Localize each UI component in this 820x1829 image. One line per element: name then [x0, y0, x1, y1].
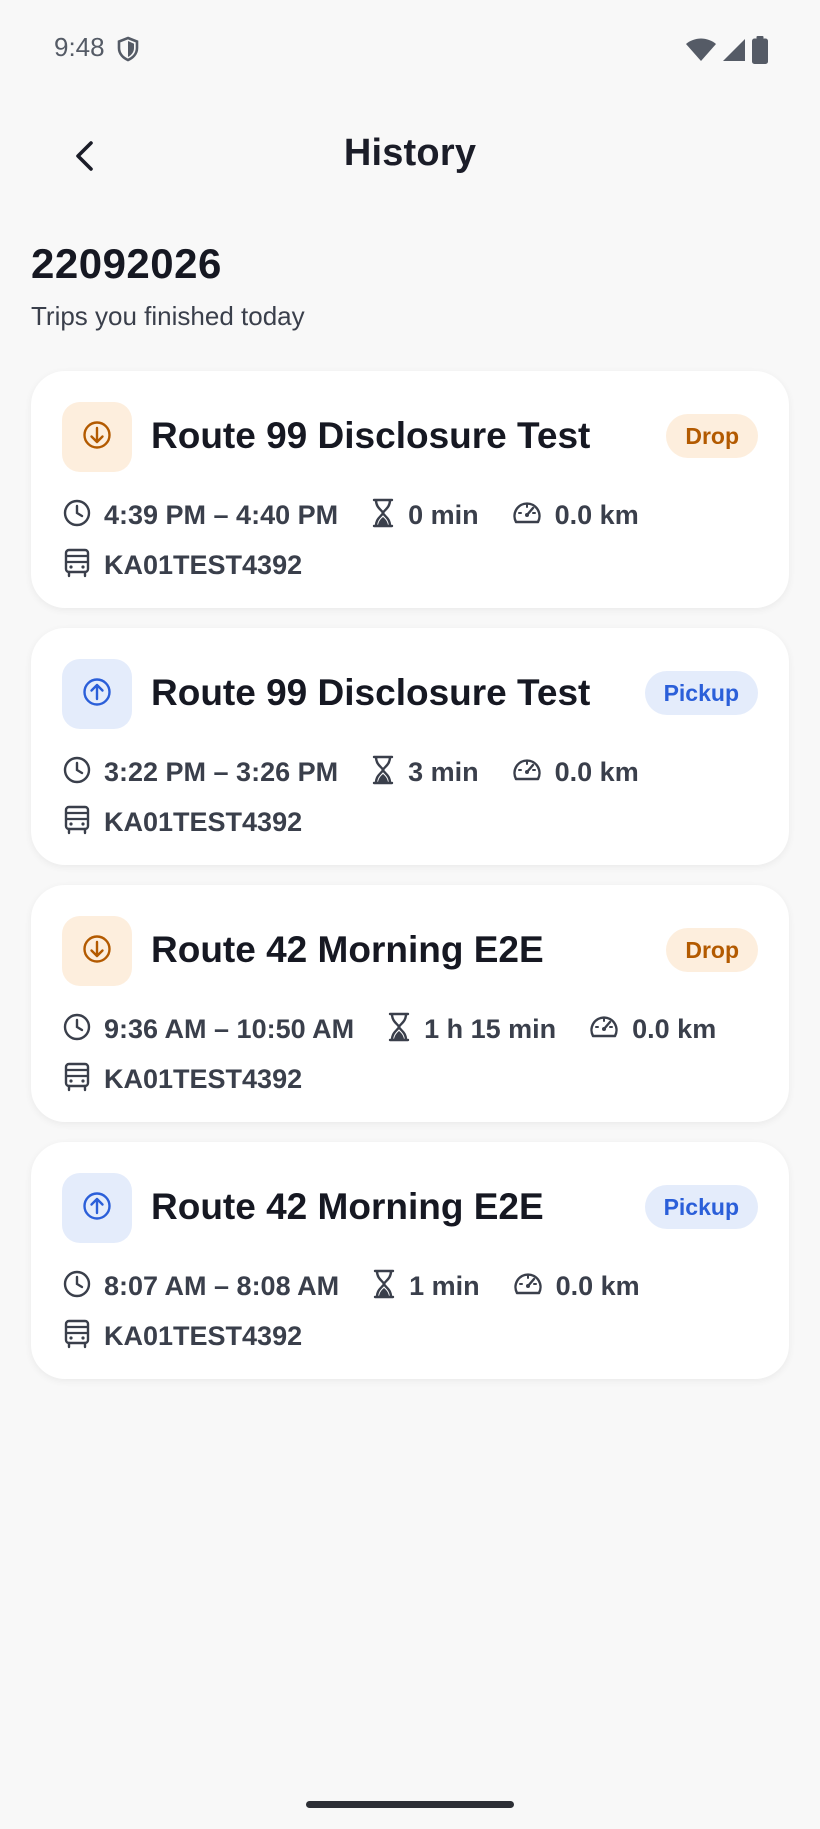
trip-vehicle: KA01TEST4392 — [62, 545, 302, 585]
battery-icon — [752, 36, 768, 69]
trip-distance: 0.0 km — [511, 498, 639, 533]
hourglass-icon — [371, 1269, 409, 1304]
speedometer-icon — [588, 1012, 632, 1047]
trip-distance-value: 0.0 km — [555, 1270, 640, 1301]
trip-type-badge: Drop — [666, 928, 758, 972]
shield-icon — [116, 36, 140, 67]
trip-type-badge: Pickup — [644, 671, 758, 715]
trip-card[interactable]: Route 42 Morning E2E Drop 9:36 AM – 10:5… — [31, 885, 789, 1122]
trip-time-range: 3:22 PM – 3:26 PM — [104, 756, 339, 787]
direction-icon-box — [62, 916, 132, 986]
status-bar: 9:48 — [0, 0, 820, 100]
bus-icon — [62, 805, 104, 840]
trip-time-range: 8:07 AM – 8:08 AM — [104, 1270, 340, 1301]
trip-duration-value: 3 min — [408, 756, 479, 787]
clock-icon — [62, 755, 104, 790]
trip-meta-row: 8:07 AM – 8:08 AM 1 min 0.0 km — [62, 1266, 672, 1306]
trip-time: 3:22 PM – 3:26 PM — [62, 755, 338, 790]
bus-icon — [62, 548, 104, 583]
trip-distance-value: 0.0 km — [554, 756, 639, 787]
status-icons — [686, 36, 768, 69]
clock-icon — [62, 498, 104, 533]
trip-time: 9:36 AM – 10:50 AM — [62, 1012, 354, 1047]
trip-vehicle-number: KA01TEST4392 — [104, 1063, 303, 1094]
wifi-icon — [686, 38, 716, 67]
trip-meta-row: 3:22 PM – 3:26 PM 3 min 0.0 km — [62, 752, 671, 792]
bus-icon — [62, 1319, 104, 1354]
trip-route-name: Route 99 Disclosure Test — [151, 672, 591, 713]
trip-vehicle-number: KA01TEST4392 — [104, 1320, 303, 1351]
direction-icon-box — [62, 402, 132, 472]
trip-duration-value: 1 min — [409, 1270, 480, 1301]
clock-icon — [62, 1012, 104, 1047]
arrow-up-circle-icon — [81, 1190, 113, 1227]
trip-route-name: Route 99 Disclosure Test — [151, 415, 591, 456]
trip-distance-value: 0.0 km — [554, 499, 639, 530]
trip-list: Route 99 Disclosure Test Drop 4:39 PM – … — [31, 371, 789, 1399]
status-time: 9:48 — [54, 32, 105, 62]
hourglass-icon — [386, 1012, 424, 1047]
trip-distance: 0.0 km — [512, 1269, 640, 1304]
trip-duration-value: 0 min — [408, 499, 479, 530]
trip-time-range: 4:39 PM – 4:40 PM — [104, 499, 339, 530]
trip-duration: 1 h 15 min — [386, 1012, 556, 1047]
date-subtitle: Trips you finished today — [31, 301, 305, 331]
arrow-down-circle-icon — [81, 419, 113, 456]
date-heading: 22092026 — [31, 240, 222, 287]
trip-vehicle-number: KA01TEST4392 — [104, 549, 303, 580]
trip-duration-value: 1 h 15 min — [424, 1013, 557, 1044]
speedometer-icon — [511, 755, 555, 790]
trip-time: 4:39 PM – 4:40 PM — [62, 498, 338, 533]
arrow-down-circle-icon — [81, 933, 113, 970]
trip-card[interactable]: Route 42 Morning E2E Pickup 8:07 AM – 8:… — [31, 1142, 789, 1379]
top-app-bar: History — [0, 110, 820, 200]
trip-route-name: Route 42 Morning E2E — [151, 929, 544, 970]
hourglass-icon — [370, 498, 408, 533]
trip-time-range: 9:36 AM – 10:50 AM — [104, 1013, 355, 1044]
direction-icon-box — [62, 659, 132, 729]
trip-distance: 0.0 km — [588, 1012, 716, 1047]
trip-card[interactable]: Route 99 Disclosure Test Pickup 3:22 PM … — [31, 628, 789, 865]
trip-duration: 3 min — [370, 755, 479, 790]
trip-meta-row: 9:36 AM – 10:50 AM 1 h 15 min 0.0 km — [62, 1009, 748, 1049]
trip-card[interactable]: Route 99 Disclosure Test Drop 4:39 PM – … — [31, 371, 789, 608]
page-title: History — [343, 132, 477, 174]
trip-distance-value: 0.0 km — [632, 1013, 717, 1044]
bus-icon — [62, 1062, 104, 1097]
trip-meta-row: 4:39 PM – 4:40 PM 0 min 0.0 km — [62, 495, 671, 535]
arrow-up-circle-icon — [81, 676, 113, 713]
trip-vehicle: KA01TEST4392 — [62, 1316, 302, 1356]
direction-icon-box — [62, 1173, 132, 1243]
speedometer-icon — [511, 498, 555, 533]
hourglass-icon — [370, 755, 408, 790]
trip-type-badge: Drop — [666, 414, 758, 458]
trip-route-name: Route 42 Morning E2E — [151, 1186, 544, 1227]
trip-distance: 0.0 km — [511, 755, 639, 790]
trip-duration: 0 min — [370, 498, 479, 533]
home-indicator — [306, 1801, 514, 1808]
trip-vehicle: KA01TEST4392 — [62, 802, 302, 842]
trip-type-badge: Pickup — [644, 1185, 758, 1229]
trip-vehicle: KA01TEST4392 — [62, 1059, 302, 1099]
trip-vehicle-number: KA01TEST4392 — [104, 806, 303, 837]
trip-time: 8:07 AM – 8:08 AM — [62, 1269, 339, 1304]
signal-icon — [722, 38, 746, 67]
clock-icon — [62, 1269, 104, 1304]
speedometer-icon — [512, 1269, 556, 1304]
trip-duration: 1 min — [371, 1269, 480, 1304]
